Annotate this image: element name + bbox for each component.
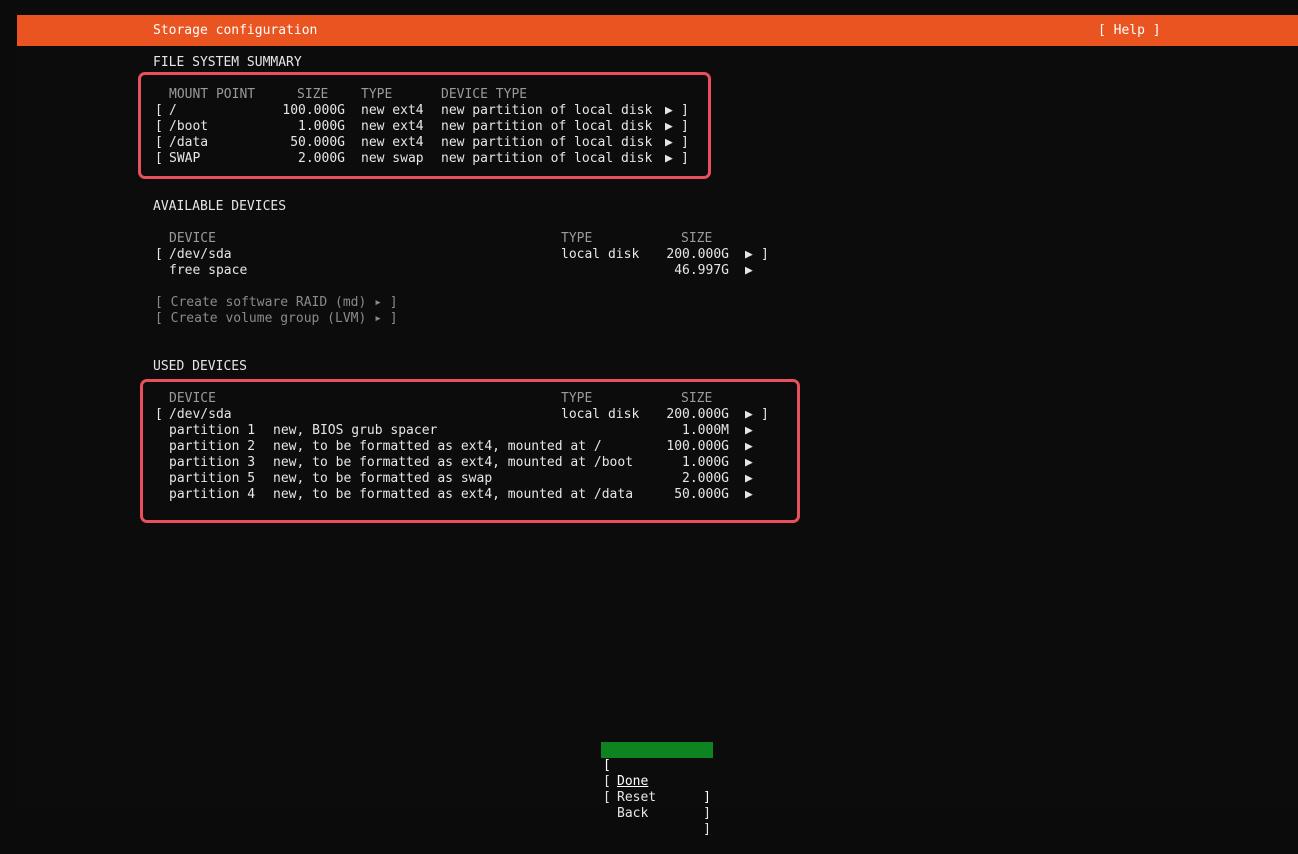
header-bar: Storage configuration [ Help ] bbox=[17, 15, 1298, 46]
open-bracket: [ bbox=[155, 247, 163, 262]
help-button[interactable]: [ Help ] bbox=[1098, 23, 1161, 39]
used-devices-highlight bbox=[140, 379, 800, 523]
close-bracket: ] bbox=[761, 247, 769, 262]
create-raid-button[interactable]: [ Create software RAID (md) ▸ ] bbox=[155, 295, 398, 311]
available-devices-heading: AVAILABLE DEVICES bbox=[153, 199, 287, 214]
fs-summary-highlight bbox=[138, 72, 711, 179]
back-label: Back bbox=[617, 806, 649, 821]
back-button[interactable]: [ Back ] bbox=[601, 774, 713, 837]
device-name: /dev/sda bbox=[169, 247, 232, 262]
device-type: local disk bbox=[561, 247, 640, 262]
reset-button[interactable]: [ Reset ] bbox=[601, 758, 713, 821]
done-button[interactable]: [ Done ] bbox=[601, 742, 713, 805]
device-size: 200.000G bbox=[666, 247, 729, 262]
close-bracket: ] bbox=[703, 790, 711, 805]
free-space-label: free space bbox=[169, 263, 248, 278]
arrow-icon: ▶ bbox=[745, 263, 753, 278]
free-space-size: 46.997G bbox=[674, 263, 729, 278]
open-bracket: [ bbox=[603, 790, 611, 805]
col-type: TYPE bbox=[561, 231, 593, 246]
page-title: Storage configuration bbox=[153, 23, 318, 38]
used-devices-heading: USED DEVICES bbox=[153, 359, 247, 374]
col-device: DEVICE bbox=[169, 231, 216, 246]
close-bracket: ] bbox=[703, 806, 711, 821]
fs-summary-heading: FILE SYSTEM SUMMARY bbox=[153, 55, 302, 70]
arrow-icon: ▶ bbox=[745, 247, 753, 262]
close-bracket: ] bbox=[703, 822, 711, 837]
installer-screen: Storage configuration [ Help ] FILE SYST… bbox=[17, 8, 1298, 837]
col-size: SIZE bbox=[681, 231, 713, 246]
create-lvm-button[interactable]: [ Create volume group (LVM) ▸ ] bbox=[155, 311, 398, 327]
